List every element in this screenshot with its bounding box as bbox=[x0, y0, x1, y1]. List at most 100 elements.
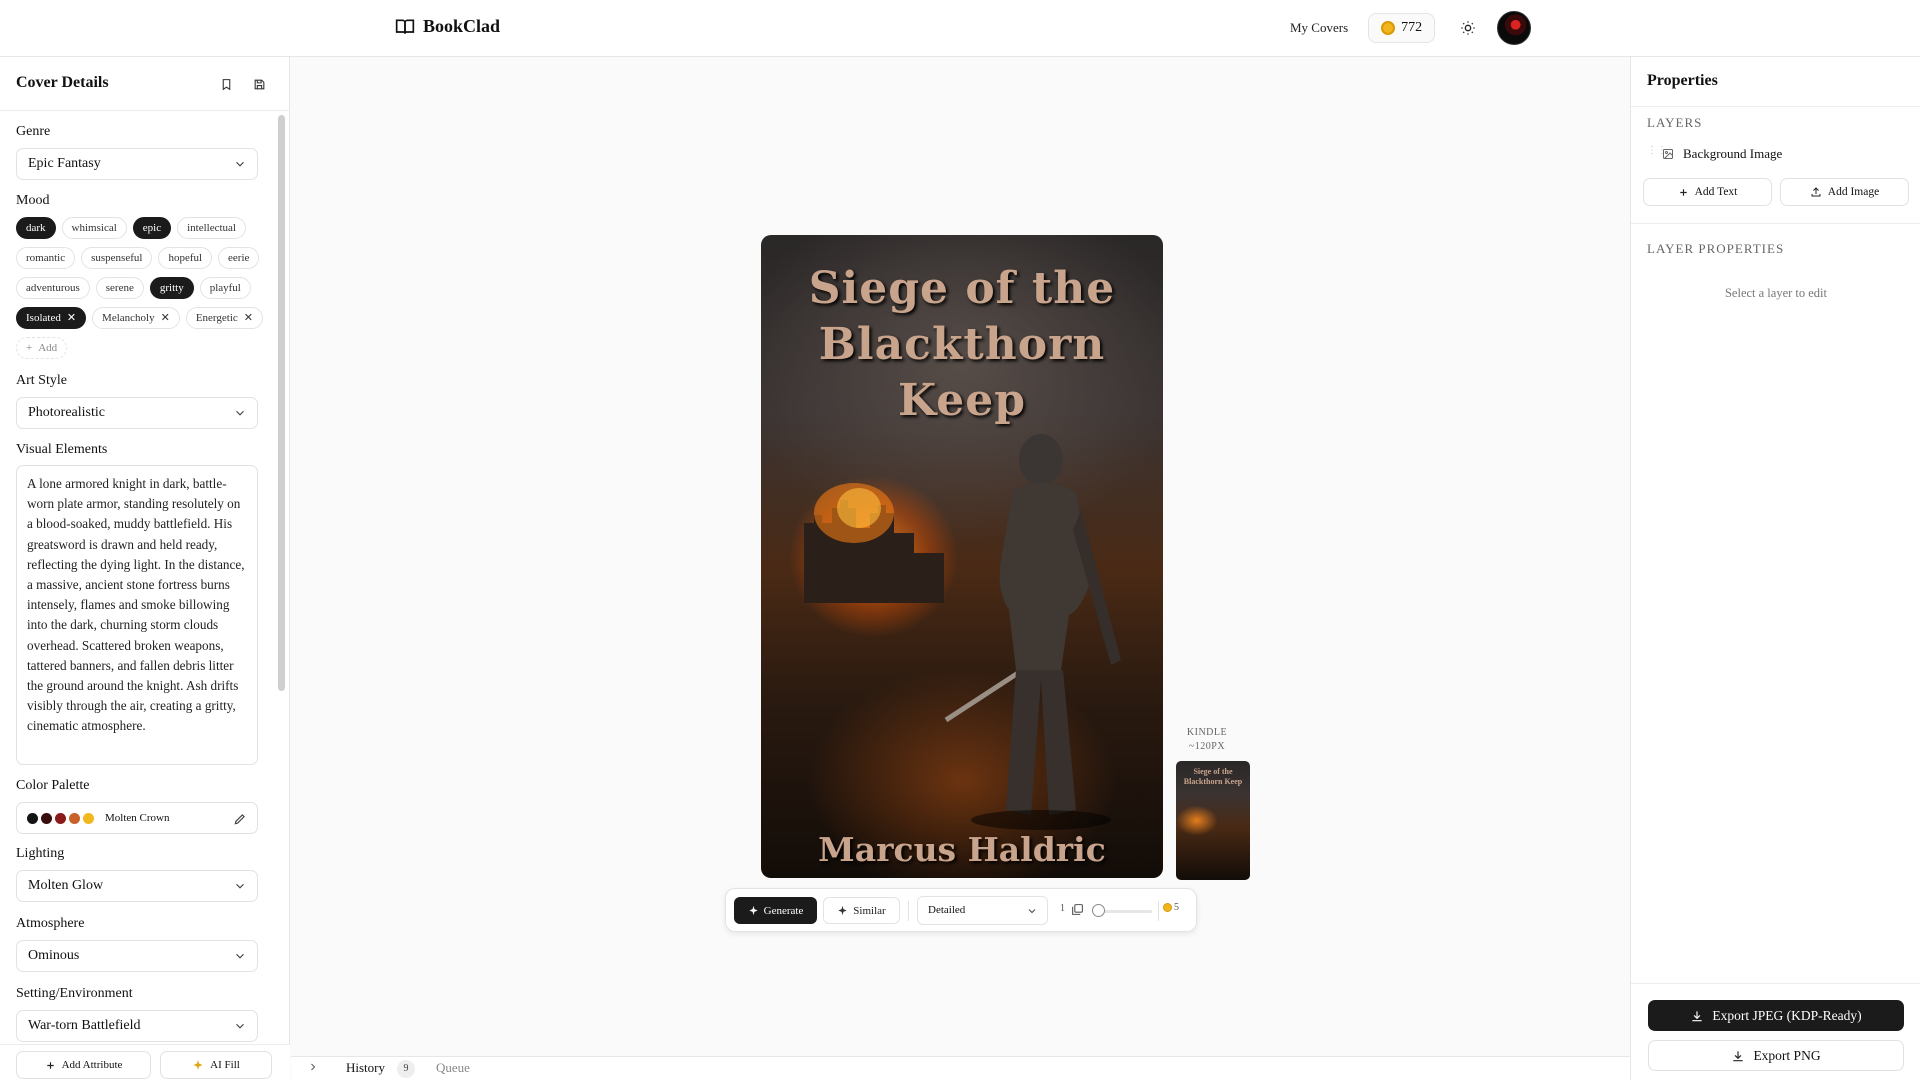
export-png-button[interactable]: Export PNG bbox=[1648, 1040, 1904, 1071]
pencil-icon[interactable] bbox=[233, 812, 247, 826]
sun-icon bbox=[1461, 21, 1475, 35]
remove-chip-icon[interactable]: ✕ bbox=[67, 308, 76, 328]
chevron-down-icon bbox=[236, 953, 244, 959]
mood-chip[interactable]: suspenseful bbox=[81, 247, 153, 269]
book-cover-preview[interactable]: Siege of the Blackthorn Keep Marcus Hald… bbox=[761, 235, 1163, 878]
properties-panel: Properties LAYERS ⋮⋮ Background Image Ad… bbox=[1630, 57, 1920, 1080]
toolbar-divider bbox=[908, 901, 909, 921]
atmosphere-select[interactable]: Ominous bbox=[16, 940, 258, 972]
mood-chip[interactable]: epic bbox=[132, 217, 172, 239]
chevron-down-icon bbox=[236, 883, 244, 889]
sparkle-icon bbox=[838, 905, 847, 916]
color-swatch bbox=[41, 812, 52, 824]
download-icon bbox=[1733, 1050, 1744, 1061]
cover-author: Marcus Haldric bbox=[818, 830, 1106, 869]
setting-label: Setting/Environment bbox=[16, 986, 133, 1001]
color-palette-field[interactable]: Molten Crown bbox=[16, 802, 258, 834]
mood-chip[interactable]: gritty bbox=[149, 277, 194, 299]
mood-chip-label: whimsical bbox=[71, 222, 117, 234]
generate-button[interactable]: Generate bbox=[734, 897, 817, 924]
history-tab[interactable]: History bbox=[346, 1060, 385, 1076]
history-bar: History 9 Queue bbox=[291, 1056, 1630, 1080]
lighting-value: Molten Glow bbox=[28, 878, 104, 893]
layer-item-background[interactable]: ⋮⋮ Background Image bbox=[1647, 146, 1782, 162]
genre-value: Epic Fantasy bbox=[28, 156, 101, 171]
mood-chip[interactable]: intellectual bbox=[177, 217, 246, 239]
chevron-down-icon bbox=[1028, 909, 1036, 914]
mood-chip[interactable]: whimsical bbox=[61, 217, 127, 239]
mood-chip[interactable]: eerie bbox=[218, 247, 260, 269]
plus-icon bbox=[1679, 188, 1687, 196]
mood-chip[interactable]: Melancholy ✕ bbox=[92, 307, 180, 329]
bookmark-button[interactable] bbox=[217, 75, 235, 93]
mood-chip-list: dark whimsical epic intellectual romantic sus… bbox=[16, 217, 266, 359]
chevron-down-icon bbox=[236, 161, 244, 167]
mood-chip[interactable]: adventurous bbox=[16, 277, 90, 299]
mood-chip[interactable]: Isolated ✕ bbox=[16, 307, 87, 329]
app-name: BookClad bbox=[423, 16, 501, 36]
palette-swatches bbox=[27, 812, 97, 824]
my-covers-link[interactable]: My Covers bbox=[1290, 20, 1348, 36]
add-text-label: Add Text bbox=[1694, 186, 1738, 198]
cover-canvas: Siege of the Blackthorn Keep Marcus Hald… bbox=[291, 57, 1630, 1056]
mood-chip[interactable]: Energetic ✕ bbox=[185, 307, 263, 329]
add-image-button[interactable]: Add Image bbox=[1780, 178, 1909, 206]
add-mood-button[interactable]: + Add bbox=[16, 337, 68, 359]
layer-properties-heading: LAYER PROPERTIES bbox=[1647, 241, 1785, 256]
credits-count: 772 bbox=[1401, 20, 1423, 35]
divider bbox=[1631, 223, 1920, 224]
credits-badge[interactable]: 772 bbox=[1368, 13, 1436, 43]
variation-count: 1 bbox=[1060, 903, 1065, 914]
queue-tab[interactable]: Queue bbox=[436, 1060, 470, 1076]
atmosphere-value: Ominous bbox=[28, 948, 80, 963]
setting-select[interactable]: War-torn Battlefield bbox=[16, 1010, 258, 1042]
kindle-thumb-title: Siege of the Blackthorn Keep bbox=[1183, 767, 1243, 786]
art-style-select[interactable]: Photorealistic bbox=[16, 397, 258, 429]
variation-slider-handle[interactable] bbox=[1092, 904, 1105, 917]
mood-chip[interactable]: playful bbox=[199, 277, 251, 299]
chevron-down-icon bbox=[236, 410, 244, 416]
similar-button[interactable]: Similar bbox=[823, 897, 900, 924]
credit-cost: 5 bbox=[1163, 902, 1179, 913]
mood-chip[interactable]: serene bbox=[95, 277, 144, 299]
art-style-label: Art Style bbox=[16, 373, 67, 388]
sparkle-icon bbox=[749, 905, 758, 916]
bookmark-icon bbox=[222, 78, 230, 90]
kindle-thumbnail[interactable]: Siege of the Blackthorn Keep bbox=[1176, 761, 1250, 880]
layer-name: Background Image bbox=[1683, 146, 1783, 161]
ai-fill-button[interactable]: AI Fill bbox=[160, 1051, 272, 1079]
add-text-button[interactable]: Add Text bbox=[1643, 178, 1772, 206]
theme-toggle-button[interactable] bbox=[1453, 13, 1483, 43]
export-png-label: Export PNG bbox=[1753, 1047, 1821, 1063]
save-icon bbox=[254, 79, 264, 89]
art-style-value: Photorealistic bbox=[28, 405, 105, 420]
save-button[interactable] bbox=[250, 75, 268, 93]
similar-label: Similar bbox=[853, 904, 886, 917]
detail-level-select[interactable]: Detailed bbox=[917, 896, 1048, 925]
mood-chip-label: suspenseful bbox=[91, 252, 143, 264]
panel-scrollbar[interactable] bbox=[278, 115, 285, 691]
chevron-right-icon[interactable] bbox=[307, 1061, 319, 1073]
add-attribute-button[interactable]: Add Attribute bbox=[16, 1051, 151, 1079]
user-avatar[interactable] bbox=[1497, 11, 1532, 45]
layers-heading: LAYERS bbox=[1647, 115, 1703, 130]
add-image-label: Add Image bbox=[1827, 186, 1880, 198]
generate-toolbar: Generate Similar Detailed 1 5 bbox=[725, 888, 1197, 932]
kindle-label-line1: KINDLE bbox=[1186, 727, 1228, 738]
knight-illustration bbox=[944, 434, 1121, 830]
app-logo[interactable]: BookClad bbox=[395, 16, 500, 37]
visual-elements-textarea[interactable]: A lone armored knight in dark, battle-wo… bbox=[16, 465, 258, 765]
mood-chip[interactable]: dark bbox=[16, 217, 56, 239]
mood-chip[interactable]: romantic bbox=[16, 247, 76, 269]
palette-name: Molten Crown bbox=[105, 812, 170, 824]
ai-fill-label: AI Fill bbox=[210, 1059, 240, 1071]
lighting-select[interactable]: Molten Glow bbox=[16, 870, 258, 902]
mood-chip[interactable]: hopeful bbox=[158, 247, 213, 269]
drag-handle-icon[interactable]: ⋮⋮ bbox=[1647, 146, 1667, 160]
export-jpeg-button[interactable]: Export JPEG (KDP-Ready) bbox=[1648, 1000, 1904, 1031]
remove-chip-icon[interactable]: ✕ bbox=[161, 308, 170, 328]
remove-chip-icon[interactable]: ✕ bbox=[244, 308, 253, 328]
mood-chip-label: epic bbox=[142, 222, 162, 234]
genre-select[interactable]: Epic Fantasy bbox=[16, 148, 258, 180]
upload-icon bbox=[1811, 187, 1821, 197]
